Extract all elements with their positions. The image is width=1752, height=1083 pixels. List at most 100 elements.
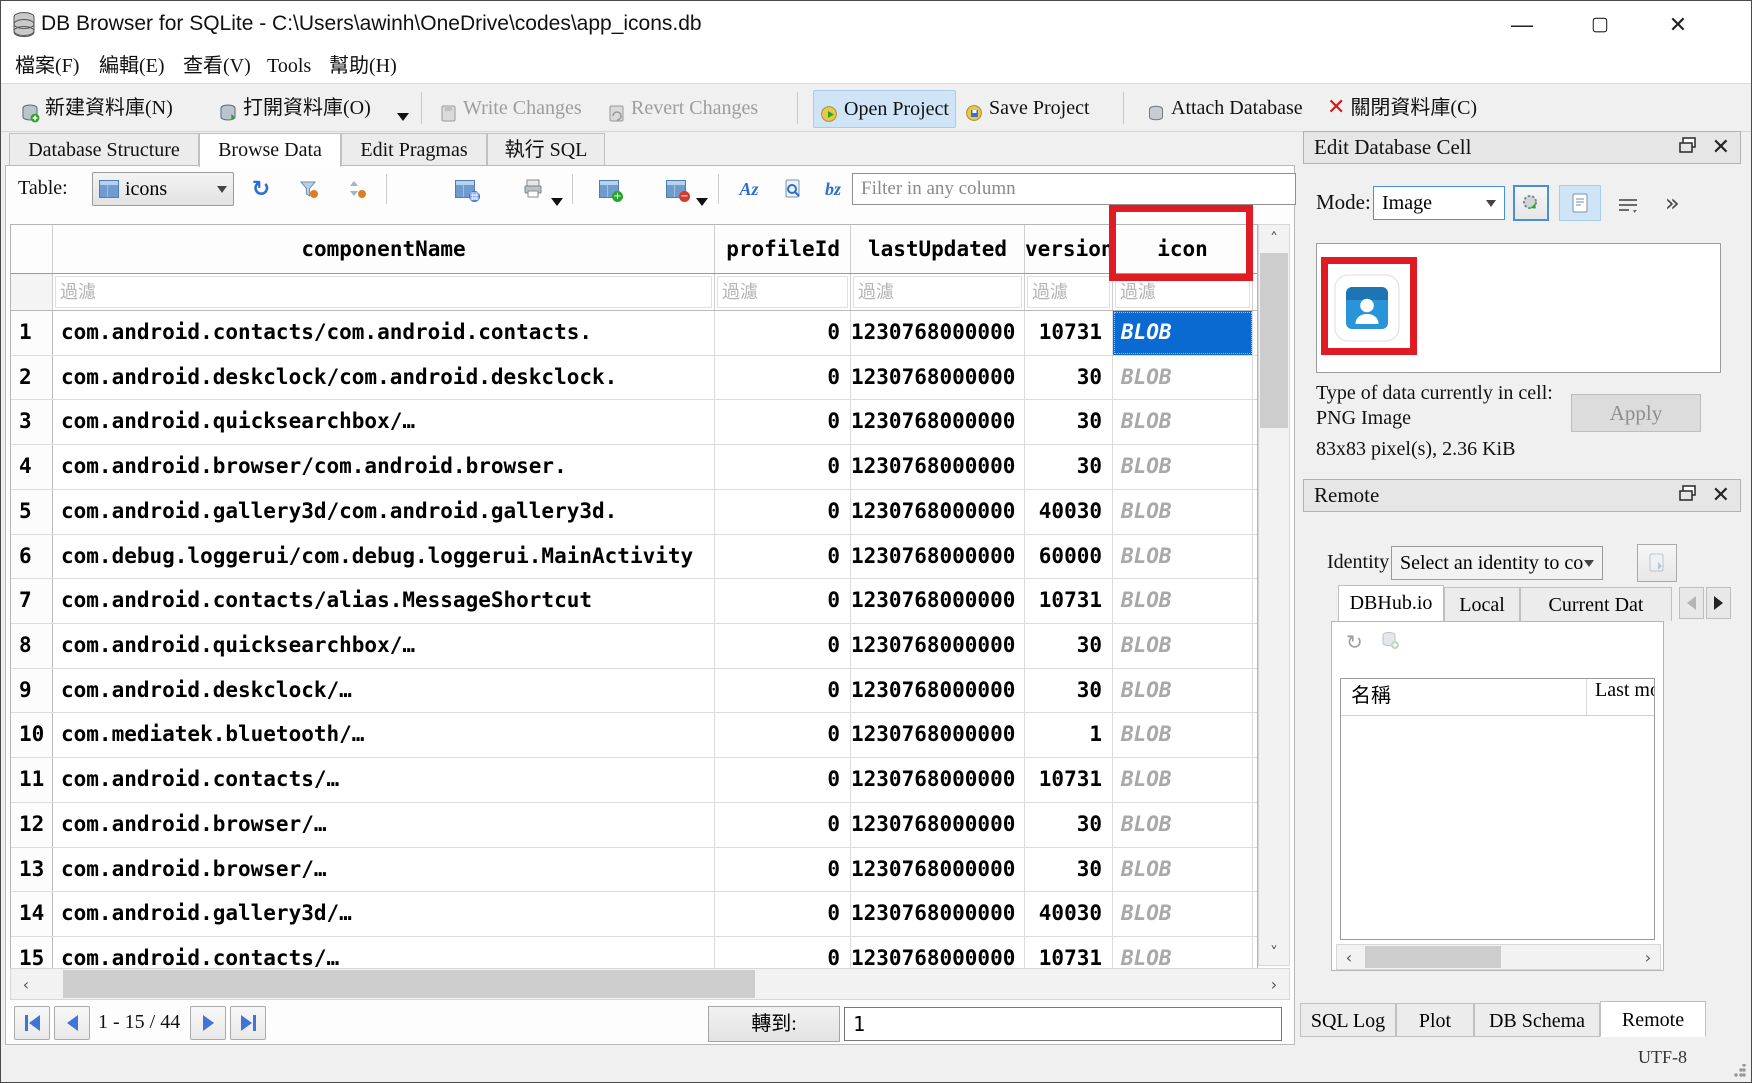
cell-version[interactable]: 30 bbox=[1025, 445, 1113, 489]
table-select[interactable]: icons bbox=[92, 172, 234, 206]
cell-componentname[interactable]: com.android.contacts/com.android.contact… bbox=[53, 311, 715, 355]
filter-componentname-input[interactable] bbox=[55, 276, 712, 308]
cell-lastupdated[interactable]: 1230768000000 bbox=[851, 624, 1025, 668]
identity-select[interactable]: Select an identity to conne bbox=[1391, 546, 1603, 580]
goto-button[interactable]: 轉到: bbox=[708, 1006, 840, 1042]
remote-tab-local[interactable]: Local bbox=[1444, 587, 1520, 621]
scroll-left-icon[interactable]: ‹ bbox=[1337, 945, 1361, 969]
filter-icon-input[interactable] bbox=[1115, 276, 1250, 308]
cell-version[interactable]: 1 bbox=[1025, 713, 1113, 757]
more-tools-icon[interactable]: » bbox=[1665, 189, 1680, 217]
cell-profileid[interactable]: 0 bbox=[715, 669, 851, 713]
cell-version[interactable]: 10731 bbox=[1025, 758, 1113, 802]
minimize-button[interactable]: — bbox=[1497, 7, 1547, 43]
clear-sort-icon[interactable] bbox=[342, 174, 372, 204]
cell-version[interactable]: 30 bbox=[1025, 669, 1113, 713]
cell-componentname[interactable]: com.android.gallery3d/… bbox=[53, 892, 715, 936]
remote-horizontal-scrollbar[interactable]: ‹ › bbox=[1336, 944, 1661, 970]
scroll-up-icon[interactable]: ˄ bbox=[1259, 225, 1289, 251]
menu-view[interactable]: 查看(V) bbox=[177, 53, 257, 80]
horizontal-scrollbar-thumb[interactable] bbox=[1365, 946, 1501, 968]
cell-version[interactable]: 10731 bbox=[1025, 311, 1113, 355]
dock-tab-plot[interactable]: Plot bbox=[1396, 1003, 1474, 1037]
horizontal-scrollbar-thumb[interactable] bbox=[63, 970, 755, 998]
cell-lastupdated[interactable]: 1230768000000 bbox=[851, 803, 1025, 847]
import-certificate-button[interactable] bbox=[1637, 544, 1677, 582]
cell-version[interactable]: 40030 bbox=[1025, 892, 1113, 936]
text-view-button[interactable] bbox=[1559, 185, 1601, 221]
cell-icon-blob[interactable]: BLOB bbox=[1113, 892, 1253, 936]
save-table-icon[interactable]: ▦ bbox=[450, 174, 480, 204]
cell-profileid[interactable]: 0 bbox=[715, 803, 851, 847]
cell-profileid[interactable]: 0 bbox=[715, 892, 851, 936]
cell-componentname[interactable]: com.android.deskclock/com.android.deskcl… bbox=[53, 356, 715, 400]
header-profileid[interactable]: profileId bbox=[715, 225, 851, 273]
revert-changes-button[interactable]: Revert Changes bbox=[601, 90, 764, 126]
tab-browse-data[interactable]: Browse Data bbox=[199, 133, 341, 167]
remote-tab-current-database[interactable]: Current Dat bbox=[1520, 587, 1672, 621]
tab-scroll-left-icon[interactable] bbox=[1679, 587, 1704, 619]
cell-version[interactable]: 10731 bbox=[1025, 579, 1113, 623]
grid-vertical-scrollbar[interactable]: ˄ ˅ bbox=[1258, 224, 1290, 966]
import-data-button[interactable] bbox=[1513, 185, 1549, 221]
cell-componentname[interactable]: com.android.contacts/alias.MessageShortc… bbox=[53, 579, 715, 623]
scroll-right-icon[interactable]: › bbox=[1636, 945, 1660, 969]
cell-profileid[interactable]: 0 bbox=[715, 624, 851, 668]
first-page-button[interactable] bbox=[14, 1006, 50, 1040]
cell-lastupdated[interactable]: 1230768000000 bbox=[851, 579, 1025, 623]
attach-database-button[interactable]: Attach Database bbox=[1141, 90, 1309, 126]
cell-componentname[interactable]: com.android.contacts/… bbox=[53, 758, 715, 802]
remote-refresh-icon[interactable]: ↻ bbox=[1346, 630, 1363, 654]
cell-profileid[interactable]: 0 bbox=[715, 848, 851, 892]
cell-icon-blob[interactable]: BLOB bbox=[1113, 713, 1253, 757]
cell-componentname[interactable]: com.android.browser/… bbox=[53, 848, 715, 892]
cell-componentname[interactable]: com.android.deskclock/… bbox=[53, 669, 715, 713]
last-page-button[interactable] bbox=[230, 1006, 266, 1040]
cell-lastupdated[interactable]: 1230768000000 bbox=[851, 535, 1025, 579]
menu-edit[interactable]: 編輯(E) bbox=[93, 53, 171, 80]
insert-record-dropdown-icon[interactable] bbox=[696, 206, 708, 224]
remote-col-name[interactable]: 名稱 bbox=[1341, 679, 1587, 715]
cell-icon-blob[interactable]: BLOB bbox=[1113, 535, 1253, 579]
previous-page-button[interactable] bbox=[54, 1006, 90, 1040]
open-database-dropdown-icon[interactable] bbox=[397, 108, 409, 126]
cell-icon-blob[interactable]: BLOB bbox=[1113, 624, 1253, 668]
filter-any-column-input[interactable] bbox=[852, 173, 1296, 205]
header-version[interactable]: version bbox=[1025, 225, 1113, 273]
header-componentname[interactable]: componentName bbox=[53, 225, 715, 273]
float-panel-icon[interactable] bbox=[1679, 483, 1696, 508]
remote-tab-dbhub[interactable]: DBHub.io bbox=[1338, 585, 1444, 621]
save-project-button[interactable]: Save Project bbox=[959, 90, 1096, 126]
delete-record-icon[interactable]: − bbox=[661, 174, 691, 204]
scroll-left-icon[interactable]: ‹ bbox=[11, 969, 41, 999]
menu-file[interactable]: 檔案(F) bbox=[9, 53, 85, 80]
cell-icon-blob[interactable]: BLOB bbox=[1113, 311, 1253, 355]
cell-icon-blob[interactable]: BLOB bbox=[1113, 356, 1253, 400]
cell-profileid[interactable]: 0 bbox=[715, 490, 851, 534]
filter-version-input[interactable] bbox=[1027, 276, 1110, 308]
cell-version[interactable]: 30 bbox=[1025, 848, 1113, 892]
dock-tab-db-schema[interactable]: DB Schema bbox=[1474, 1003, 1600, 1037]
cell-version[interactable]: 30 bbox=[1025, 803, 1113, 847]
menu-help[interactable]: 幫助(H) bbox=[323, 53, 403, 80]
cell-icon-blob[interactable]: BLOB bbox=[1113, 400, 1253, 444]
save-table-dropdown-icon[interactable] bbox=[551, 206, 563, 224]
cell-profileid[interactable]: 0 bbox=[715, 400, 851, 444]
cell-icon-blob[interactable]: BLOB bbox=[1113, 579, 1253, 623]
filter-profileid-input[interactable] bbox=[717, 276, 848, 308]
tab-execute-sql[interactable]: 執行 SQL bbox=[487, 133, 605, 165]
close-database-button[interactable]: ✕ 關閉資料庫(C) bbox=[1321, 90, 1483, 126]
cell-lastupdated[interactable]: 1230768000000 bbox=[851, 356, 1025, 400]
cell-profileid[interactable]: 0 bbox=[715, 445, 851, 489]
open-database-button[interactable]: 打開資料庫(O) bbox=[213, 90, 377, 126]
goto-row-input[interactable] bbox=[844, 1007, 1282, 1041]
header-icon[interactable]: icon bbox=[1113, 225, 1253, 273]
remote-col-last-modified[interactable]: Last mo bbox=[1587, 679, 1654, 715]
cell-lastupdated[interactable]: 1230768000000 bbox=[851, 490, 1025, 534]
cell-profileid[interactable]: 0 bbox=[715, 713, 851, 757]
menu-tools[interactable]: Tools bbox=[261, 53, 317, 80]
cell-lastupdated[interactable]: 1230768000000 bbox=[851, 892, 1025, 936]
format-bz-icon[interactable]: bz bbox=[818, 174, 848, 204]
cell-version[interactable]: 30 bbox=[1025, 356, 1113, 400]
tab-scroll-right-icon[interactable] bbox=[1706, 587, 1731, 619]
